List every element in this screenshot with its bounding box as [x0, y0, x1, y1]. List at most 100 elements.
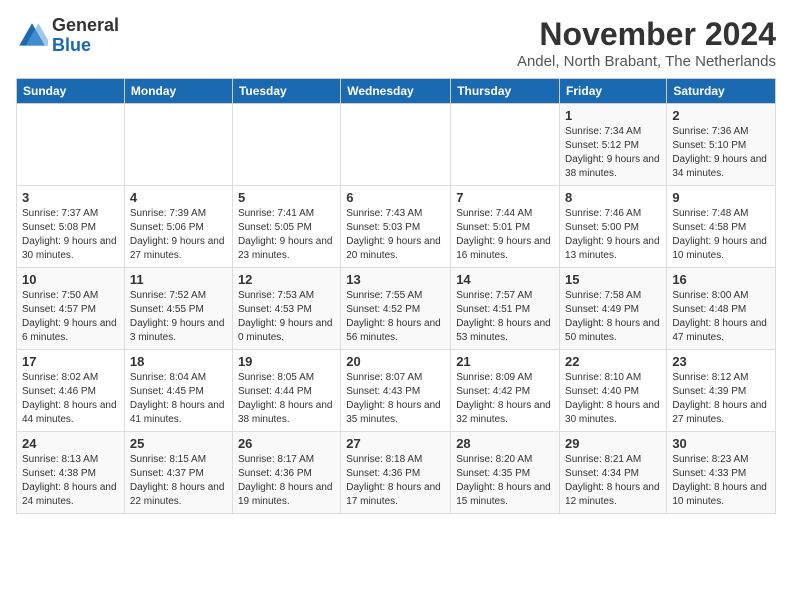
calendar-day-header: Monday: [124, 79, 232, 104]
day-number: 15: [565, 272, 661, 287]
day-info: Sunrise: 7:53 AM Sunset: 4:53 PM Dayligh…: [238, 289, 335, 345]
calendar-cell: 4Sunrise: 7:39 AM Sunset: 5:06 PM Daylig…: [124, 186, 232, 268]
day-number: 6: [346, 190, 445, 205]
day-number: 23: [672, 354, 770, 369]
calendar-cell: [451, 104, 560, 186]
calendar-cell: 21Sunrise: 8:09 AM Sunset: 4:42 PM Dayli…: [451, 350, 560, 432]
calendar-cell: 14 Sunrise: 7:57 AM Sunset: 4:51 PM Dayli…: [451, 268, 560, 350]
day-number: 16: [672, 272, 770, 287]
day-info: Sunrise: 7:48 AM Sunset: 4:58 PM Dayligh…: [672, 207, 770, 263]
day-info: Sunrise: 8:02 AM Sunset: 4:46 PM Dayligh…: [22, 371, 119, 427]
day-info: Sunrise: 8:20 AM Sunset: 4:35 PM Dayligh…: [456, 453, 554, 509]
day-info: Sunrise: 8:07 AM Sunset: 4:43 PM Dayligh…: [346, 371, 445, 427]
calendar-cell: 23Sunrise: 8:12 AM Sunset: 4:39 PM Dayli…: [667, 350, 776, 432]
calendar-week-row: 17 Sunrise: 8:02 AM Sunset: 4:46 PM Dayli…: [17, 350, 776, 432]
day-number: 22: [565, 354, 661, 369]
day-info: Sunrise: 7:34 AM Sunset: 5:12 PM Dayligh…: [565, 125, 661, 181]
day-info: Sunrise: 8:18 AM Sunset: 4:36 PM Dayligh…: [346, 453, 445, 509]
day-info: Sunrise: 7:37 AM Sunset: 5:08 PM Dayligh…: [22, 207, 119, 263]
day-info: Sunrise: 7:43 AM Sunset: 5:03 PM Dayligh…: [346, 207, 445, 263]
day-info: Sunrise: 8:05 AM Sunset: 4:44 PM Dayligh…: [238, 371, 335, 427]
calendar-cell: 7 Sunrise: 7:44 AM Sunset: 5:01 PM Daylig…: [451, 186, 560, 268]
day-number: 28: [456, 436, 554, 451]
calendar-cell: 2 Sunrise: 7:36 AM Sunset: 5:10 PM Daylig…: [667, 104, 776, 186]
logo-general: General: [52, 15, 119, 35]
day-number: 17: [22, 354, 119, 369]
day-number: 12: [238, 272, 335, 287]
calendar-header-row: SundayMondayTuesdayWednesdayThursdayFrid…: [17, 79, 776, 104]
calendar-cell: 28 Sunrise: 8:20 AM Sunset: 4:35 PM Dayli…: [451, 432, 560, 514]
logo-icon: [16, 20, 48, 52]
day-info: Sunrise: 8:23 AM Sunset: 4:33 PM Dayligh…: [672, 453, 770, 509]
day-number: 25: [130, 436, 227, 451]
day-number: 21: [456, 354, 554, 369]
calendar-week-row: 3 Sunrise: 7:37 AM Sunset: 5:08 PM Daylig…: [17, 186, 776, 268]
day-info: Sunrise: 7:52 AM Sunset: 4:55 PM Dayligh…: [130, 289, 227, 345]
calendar-cell: 24 Sunrise: 8:13 AM Sunset: 4:38 PM Dayli…: [17, 432, 125, 514]
day-info: Sunrise: 7:44 AM Sunset: 5:01 PM Dayligh…: [456, 207, 554, 263]
day-number: 11: [130, 272, 227, 287]
day-number: 13: [346, 272, 445, 287]
calendar-week-row: 10 Sunrise: 7:50 AM Sunset: 4:57 PM Dayli…: [17, 268, 776, 350]
location-title: Andel, North Brabant, The Netherlands: [517, 53, 776, 70]
day-info: Sunrise: 8:00 AM Sunset: 4:48 PM Dayligh…: [672, 289, 770, 345]
day-info: Sunrise: 8:17 AM Sunset: 4:36 PM Dayligh…: [238, 453, 335, 509]
calendar-cell: 25 Sunrise: 8:15 AM Sunset: 4:37 PM Dayli…: [124, 432, 232, 514]
calendar-day-header: Wednesday: [341, 79, 451, 104]
day-number: 20: [346, 354, 445, 369]
calendar-cell: 3 Sunrise: 7:37 AM Sunset: 5:08 PM Daylig…: [17, 186, 125, 268]
day-info: Sunrise: 7:57 AM Sunset: 4:51 PM Dayligh…: [456, 289, 554, 345]
calendar-cell: [124, 104, 232, 186]
day-number: 14: [456, 272, 554, 287]
day-number: 5: [238, 190, 335, 205]
calendar-cell: 20 Sunrise: 8:07 AM Sunset: 4:43 PM Dayli…: [341, 350, 451, 432]
day-number: 3: [22, 190, 119, 205]
day-number: 19: [238, 354, 335, 369]
calendar-cell: 9 Sunrise: 7:48 AM Sunset: 4:58 PM Daylig…: [667, 186, 776, 268]
day-info: Sunrise: 7:46 AM Sunset: 5:00 PM Dayligh…: [565, 207, 661, 263]
calendar-cell: 29 Sunrise: 8:21 AM Sunset: 4:34 PM Dayli…: [560, 432, 667, 514]
day-number: 9: [672, 190, 770, 205]
calendar-cell: 18 Sunrise: 8:04 AM Sunset: 4:45 PM Dayli…: [124, 350, 232, 432]
calendar-day-header: Thursday: [451, 79, 560, 104]
page-header: General Blue November 2024 Andel, North …: [16, 16, 776, 70]
day-info: Sunrise: 8:10 AM Sunset: 4:40 PM Dayligh…: [565, 371, 661, 427]
calendar-cell: [341, 104, 451, 186]
calendar-cell: [232, 104, 340, 186]
title-area: November 2024 Andel, North Brabant, The …: [517, 16, 776, 70]
calendar-cell: 12 Sunrise: 7:53 AM Sunset: 4:53 PM Dayli…: [232, 268, 340, 350]
logo: General Blue: [16, 16, 119, 56]
day-number: 1: [565, 108, 661, 123]
day-info: Sunrise: 8:13 AM Sunset: 4:38 PM Dayligh…: [22, 453, 119, 509]
calendar-cell: [17, 104, 125, 186]
day-number: 2: [672, 108, 770, 123]
calendar-cell: 15 Sunrise: 7:58 AM Sunset: 4:49 PM Dayli…: [560, 268, 667, 350]
calendar-cell: 17 Sunrise: 8:02 AM Sunset: 4:46 PM Dayli…: [17, 350, 125, 432]
calendar-day-header: Saturday: [667, 79, 776, 104]
logo-blue: Blue: [52, 35, 91, 55]
day-info: Sunrise: 7:39 AM Sunset: 5:06 PM Dayligh…: [130, 207, 227, 263]
month-title: November 2024: [517, 16, 776, 53]
day-info: Sunrise: 8:04 AM Sunset: 4:45 PM Dayligh…: [130, 371, 227, 427]
day-number: 8: [565, 190, 661, 205]
day-number: 29: [565, 436, 661, 451]
day-number: 10: [22, 272, 119, 287]
day-info: Sunrise: 7:36 AM Sunset: 5:10 PM Dayligh…: [672, 125, 770, 181]
day-info: Sunrise: 7:50 AM Sunset: 4:57 PM Dayligh…: [22, 289, 119, 345]
calendar-cell: 5 Sunrise: 7:41 AM Sunset: 5:05 PM Daylig…: [232, 186, 340, 268]
day-info: Sunrise: 7:41 AM Sunset: 5:05 PM Dayligh…: [238, 207, 335, 263]
calendar-cell: 27 Sunrise: 8:18 AM Sunset: 4:36 PM Dayli…: [341, 432, 451, 514]
day-number: 7: [456, 190, 554, 205]
calendar-cell: 8 Sunrise: 7:46 AM Sunset: 5:00 PM Daylig…: [560, 186, 667, 268]
calendar-cell: 1 Sunrise: 7:34 AM Sunset: 5:12 PM Daylig…: [560, 104, 667, 186]
day-number: 18: [130, 354, 227, 369]
day-number: 30: [672, 436, 770, 451]
day-info: Sunrise: 8:21 AM Sunset: 4:34 PM Dayligh…: [565, 453, 661, 509]
day-info: Sunrise: 8:15 AM Sunset: 4:37 PM Dayligh…: [130, 453, 227, 509]
logo-text: General Blue: [52, 16, 119, 56]
day-number: 24: [22, 436, 119, 451]
day-number: 27: [346, 436, 445, 451]
day-info: Sunrise: 7:58 AM Sunset: 4:49 PM Dayligh…: [565, 289, 661, 345]
calendar-table: SundayMondayTuesdayWednesdayThursdayFrid…: [16, 78, 776, 514]
calendar-day-header: Sunday: [17, 79, 125, 104]
